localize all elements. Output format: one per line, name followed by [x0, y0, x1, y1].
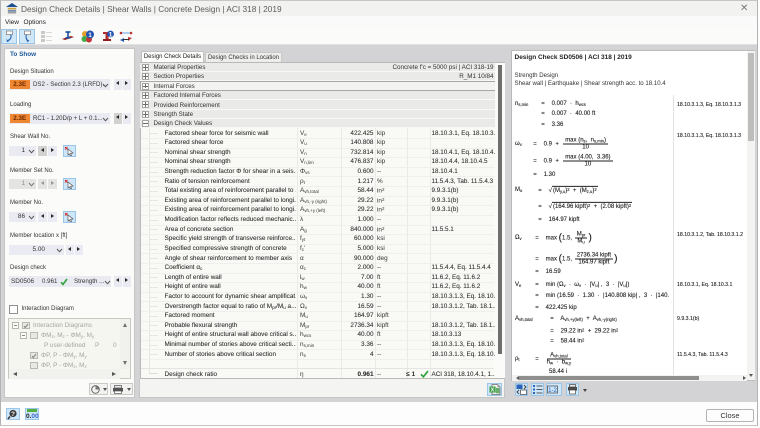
- svg-text:1-2: 1-2: [548, 388, 557, 394]
- svg-text:X: X: [490, 387, 494, 393]
- svg-text:1: 1: [109, 31, 113, 38]
- svg-text:?: ?: [11, 411, 15, 418]
